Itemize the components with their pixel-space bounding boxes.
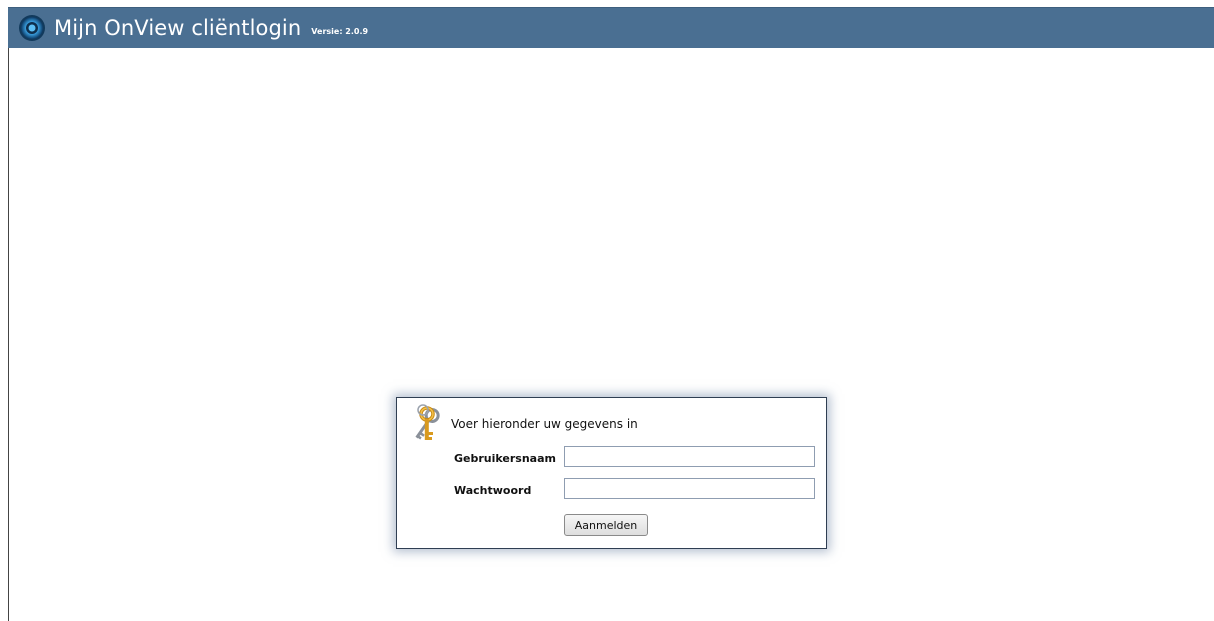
username-input[interactable] xyxy=(564,446,815,467)
password-label: Wachtwoord xyxy=(454,484,532,497)
username-label: Gebruikersnaam xyxy=(454,452,556,465)
version-label: Versie: 2.0.9 xyxy=(311,26,369,36)
header-bar: Mijn OnView cliëntlogin Versie: 2.0.9 xyxy=(8,7,1214,48)
onview-logo-icon xyxy=(19,15,45,41)
left-border xyxy=(8,48,9,621)
password-input[interactable] xyxy=(564,478,815,499)
keys-icon xyxy=(415,404,440,440)
app-title: Mijn OnView cliëntlogin xyxy=(54,16,302,40)
page: Mijn OnView cliëntlogin Versie: 2.0.9 Vo… xyxy=(0,0,1214,621)
login-button[interactable]: Aanmelden xyxy=(564,514,648,536)
login-dialog: Voer hieronder uw gegevens in Gebruikers… xyxy=(396,397,827,549)
login-prompt: Voer hieronder uw gegevens in xyxy=(451,417,638,431)
